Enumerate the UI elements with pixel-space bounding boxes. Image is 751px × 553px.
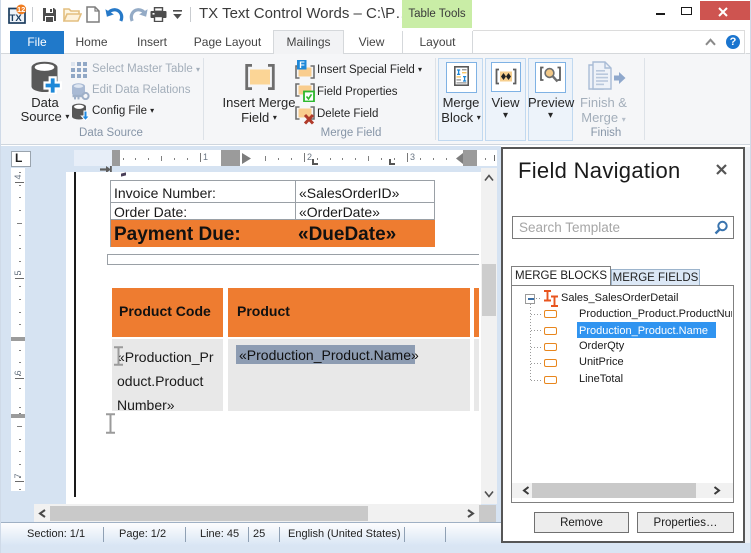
svg-text:TX: TX [10, 13, 23, 24]
svg-text:F: F [299, 60, 305, 70]
svg-text:12: 12 [17, 5, 25, 14]
